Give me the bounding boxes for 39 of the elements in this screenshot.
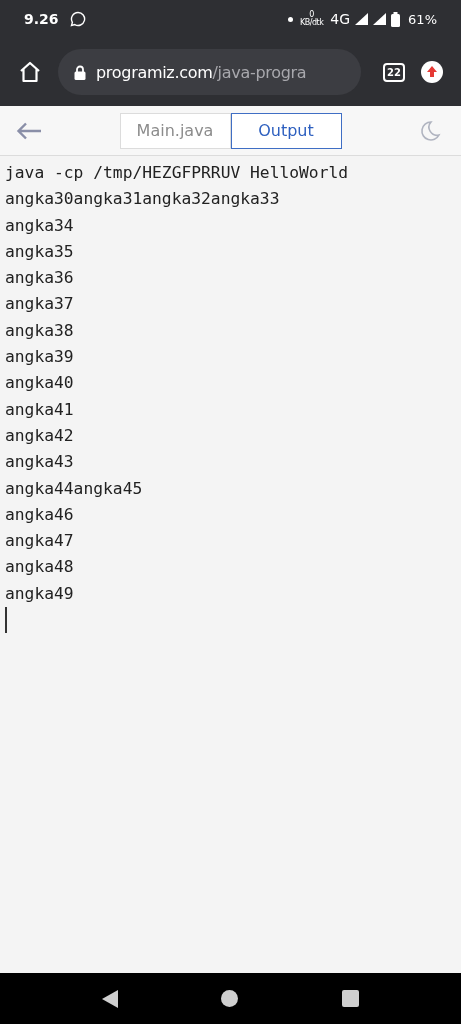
console-line: angka49 <box>5 582 75 605</box>
back-triangle-icon[interactable] <box>101 989 118 1008</box>
console-line: angka35 <box>5 240 75 263</box>
signal-icon <box>373 13 387 25</box>
signal-icon <box>355 13 369 25</box>
data-speed-unit: KB/dtk <box>300 19 324 27</box>
console-line: angka39 <box>5 346 75 369</box>
console-line: angka42 <box>5 424 75 447</box>
editor-tab[interactable]: Output <box>230 112 342 149</box>
battery-icon <box>391 11 401 27</box>
console-line: angka41 <box>5 398 75 421</box>
battery-percent: 61% <box>408 11 437 27</box>
chat-bubble-icon <box>69 11 86 27</box>
home-circle-icon[interactable] <box>221 990 239 1007</box>
back-arrow-icon[interactable] <box>16 121 42 140</box>
console-line: angka46 <box>5 503 75 526</box>
status-time: 9.26 <box>24 11 59 27</box>
editor-tab[interactable]: Main.java <box>119 112 231 149</box>
dot-icon <box>288 16 294 22</box>
console-line: angka48 <box>5 556 75 579</box>
console-line: angka30angka31angka32angka33 <box>5 188 281 211</box>
console-line: angka34 <box>5 214 75 237</box>
console-line: angka38 <box>5 319 75 342</box>
text-cursor <box>5 607 7 634</box>
tab-count-button[interactable]: 22 <box>383 62 405 82</box>
console-line: angka43 <box>5 451 75 474</box>
console-line: angka47 <box>5 530 75 553</box>
url-text: programiz.com/java-progra <box>96 62 307 82</box>
console-line: java -cp /tmp/HEZGFPRRUV HelloWorld <box>5 162 350 184</box>
square-icon[interactable] <box>342 990 360 1007</box>
console-line: angka44angka45 <box>5 477 144 500</box>
network-type: 4G <box>330 11 351 27</box>
console-line: angka40 <box>5 372 75 395</box>
console-line: angka37 <box>5 293 75 316</box>
data-speed-value: 0 <box>309 11 315 19</box>
console-line: angka36 <box>5 267 75 290</box>
lock-icon <box>74 64 86 80</box>
address-bar[interactable]: programiz.com/java-progra <box>58 49 362 95</box>
home-icon[interactable] <box>18 60 42 84</box>
